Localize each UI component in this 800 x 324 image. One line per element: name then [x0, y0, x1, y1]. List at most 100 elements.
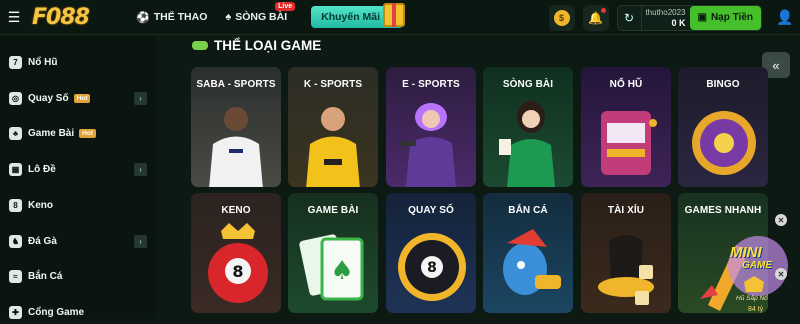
sidebar-item-cong-game[interactable]: ✚ Cổng Game	[0, 300, 156, 324]
playing-cards-icon: ♠	[298, 225, 368, 311]
casino-dealer-icon	[493, 95, 563, 187]
section-title: THỂ LOẠI GAME	[192, 38, 321, 53]
cards-icon: ♣	[9, 127, 22, 140]
sidebar: 7 Nổ Hũ ◎ Quay Số Hot › ♣ Game Bài Hot ▦…	[0, 36, 156, 319]
sidebar-item-label: Quay Số	[28, 93, 69, 104]
bell-icon: 🔔	[588, 11, 603, 25]
tile-title: NỔ HŨ	[581, 79, 671, 90]
user-icon[interactable]: 👤	[770, 0, 800, 35]
sidebar-item-label: Lô Đề	[28, 164, 56, 175]
tile-title: BINGO	[678, 79, 768, 90]
chevron-right-icon[interactable]: ›	[134, 92, 147, 105]
game-tile-e-sports[interactable]: E - SPORTS	[386, 67, 476, 187]
refresh-icon[interactable]: ↻	[618, 6, 642, 30]
chevron-right-icon[interactable]: ›	[134, 163, 147, 176]
game-tile-quay-so[interactable]: 8 QUAY SỐ	[386, 193, 476, 313]
soccer-ball-icon: ⚽	[136, 11, 150, 24]
deposit-label: Nạp Tiền	[711, 12, 753, 23]
coin-button[interactable]: $	[549, 5, 575, 31]
game-tile-game-bai[interactable]: ♠ GAME BÀI	[288, 193, 378, 313]
gift-icon	[383, 3, 405, 27]
chip-icon: ♠	[225, 11, 231, 23]
balance-amount: 0 K	[642, 18, 686, 28]
sidebar-item-lo-de[interactable]: ▦ Lô Đề ›	[0, 157, 156, 181]
tile-title: GAMES NHANH	[678, 205, 768, 216]
slot-icon: 7	[9, 56, 22, 69]
close-icon[interactable]: ✕	[775, 268, 787, 280]
coin-icon: $	[554, 10, 570, 26]
football-player-icon	[298, 99, 368, 187]
balance-info: thutho2023 0 K	[642, 8, 690, 28]
game-tile-tai-xiu[interactable]: TÀI XỈU	[581, 193, 671, 313]
slot-machine-icon	[593, 103, 659, 183]
game-tile-song-bai[interactable]: SÒNG BÀI	[483, 67, 573, 187]
close-icon[interactable]: ✕	[775, 214, 787, 226]
keno-ball-icon: 8	[9, 199, 22, 212]
header-tools: $ 🔔 ↻ thutho2023 0 K ▣ Nạp Tiền 👤	[549, 0, 800, 35]
mini-game-subtitle: GAME	[742, 260, 772, 271]
jackpot-amount: 84 tỷ	[748, 306, 763, 313]
username: thutho2023	[642, 8, 686, 18]
shark-icon	[491, 225, 567, 311]
lottery-ball-icon: 8	[394, 227, 470, 307]
wallet-icon: ▣	[698, 12, 707, 23]
sidebar-item-da-ga[interactable]: ♞ Đá Gà ›	[0, 229, 156, 253]
svg-text:8: 8	[232, 262, 243, 281]
roulette-wheel-icon	[686, 105, 762, 181]
svg-text:♠: ♠	[330, 256, 353, 286]
esports-character-icon	[396, 95, 466, 187]
football-player-icon	[201, 99, 271, 187]
game-tile-bingo[interactable]: BINGO	[678, 67, 768, 187]
hamburger-icon[interactable]: ☰	[0, 0, 28, 35]
tile-title: E - SPORTS	[386, 79, 476, 90]
lotto-icon: ▦	[9, 163, 22, 176]
deposit-button[interactable]: ▣ Nạp Tiền	[690, 6, 762, 30]
tile-title: BẮN CÁ	[483, 205, 573, 216]
chevron-right-icon[interactable]: ›	[134, 235, 147, 248]
sidebar-item-keno[interactable]: 8 Keno	[0, 193, 156, 217]
wallet: ↻ thutho2023 0 K ▣ Nạp Tiền	[617, 5, 763, 31]
sidebar-item-no-hu[interactable]: 7 Nổ Hũ	[0, 50, 156, 74]
sidebar-item-label: Game Bài	[28, 128, 74, 139]
gamepad-icon	[192, 41, 208, 50]
hot-badge: Hot	[74, 94, 91, 103]
sidebar-item-label: Cổng Game	[28, 307, 84, 318]
dice-cup-icon	[591, 225, 661, 311]
promo-label: Khuyến Mãi	[321, 11, 380, 23]
game-tile-k-sports[interactable]: K - SPORTS	[288, 67, 378, 187]
sidebar-item-quay-so[interactable]: ◎ Quay Số Hot ›	[0, 86, 156, 110]
tile-title: GAME BÀI	[288, 205, 378, 216]
fish-icon: ≈	[9, 270, 22, 283]
rooster-icon: ♞	[9, 235, 22, 248]
nav-label: THỂ THAO	[154, 11, 208, 23]
tile-title: TÀI XỈU	[581, 205, 671, 216]
main-nav: ⚽ THỂ THAO ♠ SÒNG BÀI Live	[130, 11, 293, 24]
promo-button[interactable]: Khuyến Mãi	[311, 6, 403, 28]
sidebar-item-label: Keno	[28, 200, 53, 211]
tile-title: SABA - SPORTS	[191, 79, 281, 90]
game-tile-no-hu[interactable]: NỔ HŨ	[581, 67, 671, 187]
sidebar-item-label: Nổ Hũ	[28, 57, 57, 68]
sidebar-item-ban-ca[interactable]: ≈ Bắn Cá	[0, 264, 156, 288]
game-tile-saba-sports[interactable]: SABA - SPORTS	[191, 67, 281, 187]
sidebar-item-game-bai[interactable]: ♣ Game Bài Hot	[0, 121, 156, 145]
jackpot-label: Hũ Sắp Nổ	[736, 295, 768, 302]
tile-title: K - SPORTS	[288, 79, 378, 90]
gamepad-icon: ✚	[9, 306, 22, 319]
tile-title: SÒNG BÀI	[483, 79, 573, 90]
nav-label: SÒNG BÀI	[235, 11, 287, 23]
live-badge: Live	[275, 2, 295, 11]
nav-the-thao[interactable]: ⚽ THỂ THAO	[130, 11, 213, 24]
tile-title: QUAY SỐ	[386, 205, 476, 216]
lottery-icon: ◎	[9, 92, 22, 105]
game-tile-ban-ca[interactable]: BẮN CÁ	[483, 193, 573, 313]
notification-button[interactable]: 🔔	[583, 5, 609, 31]
mini-game-title: MINI	[730, 244, 762, 261]
svg-text:8: 8	[427, 260, 437, 276]
sidebar-item-label: Đá Gà	[28, 236, 57, 247]
top-bar: ☰ F088 ⚽ THỂ THAO ♠ SÒNG BÀI Live Khuyến…	[0, 0, 800, 35]
game-tile-keno[interactable]: 8 KENO	[191, 193, 281, 313]
tile-title: KENO	[191, 205, 281, 216]
logo[interactable]: F088	[32, 5, 118, 30]
nav-song-bai[interactable]: ♠ SÒNG BÀI Live	[219, 11, 293, 23]
